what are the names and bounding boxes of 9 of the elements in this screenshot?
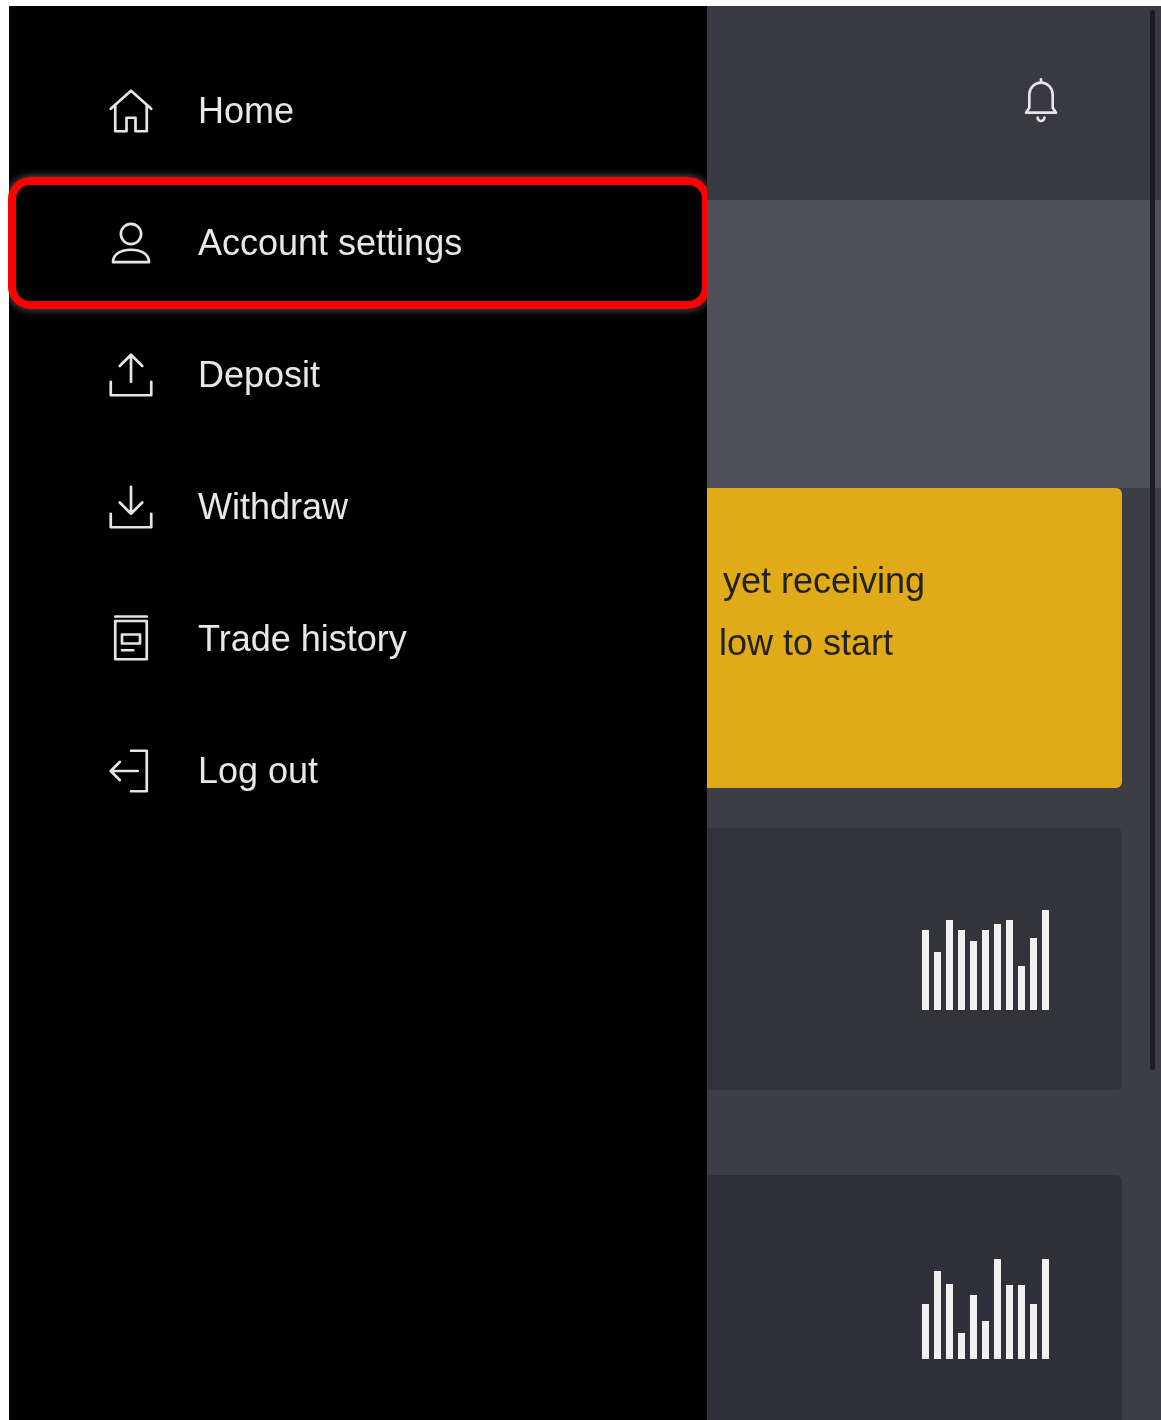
- menu-item[interactable]: Deposit: [8, 309, 706, 441]
- scrollbar[interactable]: [1150, 10, 1155, 1070]
- menu-item[interactable]: Home: [8, 45, 706, 177]
- alert-text: low to start: [718, 621, 895, 665]
- menu-item[interactable]: Log out: [8, 705, 706, 837]
- menu-item[interactable]: Account settings: [8, 177, 710, 309]
- menu-item[interactable]: Trade history: [8, 573, 706, 705]
- alert-text: yet receiving: [722, 559, 927, 603]
- menu-item[interactable]: Withdraw: [8, 441, 706, 573]
